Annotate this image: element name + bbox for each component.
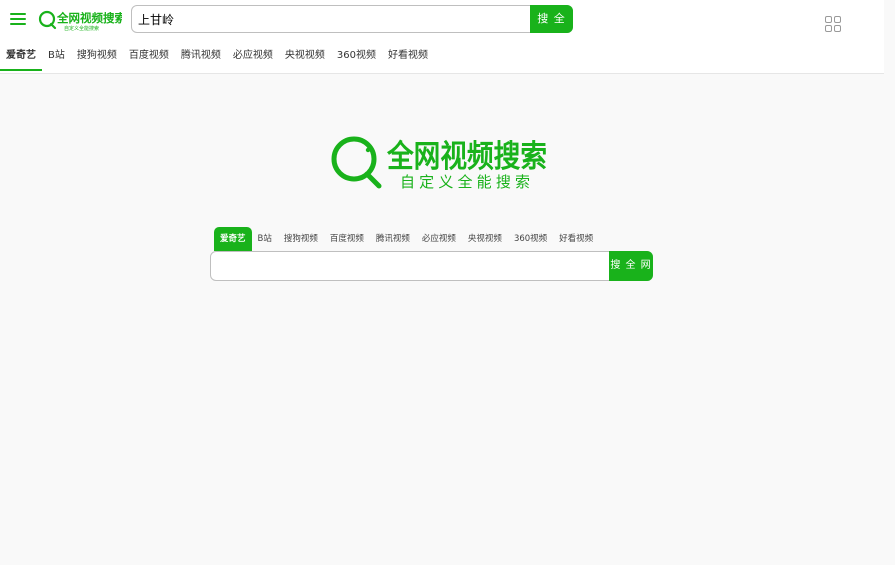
top-search-input[interactable] [138,6,528,32]
main-platform-tabs: 爱奇艺 B站 搜狗视频 百度视频 腾讯视频 必应视频 央视视频 360视频 好看… [214,227,599,251]
top-tab-bilibili[interactable]: B站 [42,45,71,71]
large-logo-subtitle: 自定义全能搜索 [400,173,530,191]
grid-apps-icon[interactable] [825,16,841,32]
site-logo-large: 全网视频搜索 自定义全能搜索 [331,136,547,191]
main-tab-tencent[interactable]: 腾讯视频 [370,227,416,251]
main-tab-bilibili[interactable]: B站 [252,227,278,251]
top-tab-360[interactable]: 360视频 [331,45,382,71]
main-search-button[interactable]: 搜 全 网 [609,251,653,281]
top-tab-baidu[interactable]: 百度视频 [123,45,175,71]
main-search-bar: 搜 全 网 [210,251,653,281]
top-platform-tabs: 爱奇艺 B站 搜狗视频 百度视频 腾讯视频 必应视频 央视视频 360视频 好看… [0,45,434,73]
hamburger-menu-icon[interactable] [10,13,26,25]
main-search-input[interactable] [217,252,607,280]
top-tab-iqiyi[interactable]: 爱奇艺 [0,45,42,71]
page-scrollbar[interactable] [884,0,895,565]
logo-subtitle: 自定义全能搜索 [64,25,99,32]
top-header: 全网视频搜索 自定义全能搜索 搜 全 网 爱奇艺 B站 搜狗视频 百度视频 腾讯… [0,0,884,74]
main-tab-haokan[interactable]: 好看视频 [553,227,599,251]
top-search-button[interactable]: 搜 全 网 [530,5,573,53]
site-logo-small[interactable]: 全网视频搜索 自定义全能搜索 [38,9,122,33]
logo-title: 全网视频搜索 [56,11,122,25]
main-tab-bing[interactable]: 必应视频 [416,227,462,251]
main-tab-cctv[interactable]: 央视视频 [462,227,508,251]
large-logo-title: 全网视频搜索 [386,139,547,175]
main-tab-iqiyi[interactable]: 爱奇艺 [214,227,252,251]
top-tab-cctv[interactable]: 央视视频 [279,45,331,71]
top-tab-sogou[interactable]: 搜狗视频 [71,45,123,71]
main-tab-baidu[interactable]: 百度视频 [324,227,370,251]
top-tab-tencent[interactable]: 腾讯视频 [175,45,227,71]
top-search-bar: 搜 全 网 [131,5,573,53]
main-tab-360[interactable]: 360视频 [508,227,553,251]
top-tab-haokan[interactable]: 好看视频 [382,45,434,71]
main-tab-sogou[interactable]: 搜狗视频 [278,227,324,251]
top-tab-bing[interactable]: 必应视频 [227,45,279,71]
